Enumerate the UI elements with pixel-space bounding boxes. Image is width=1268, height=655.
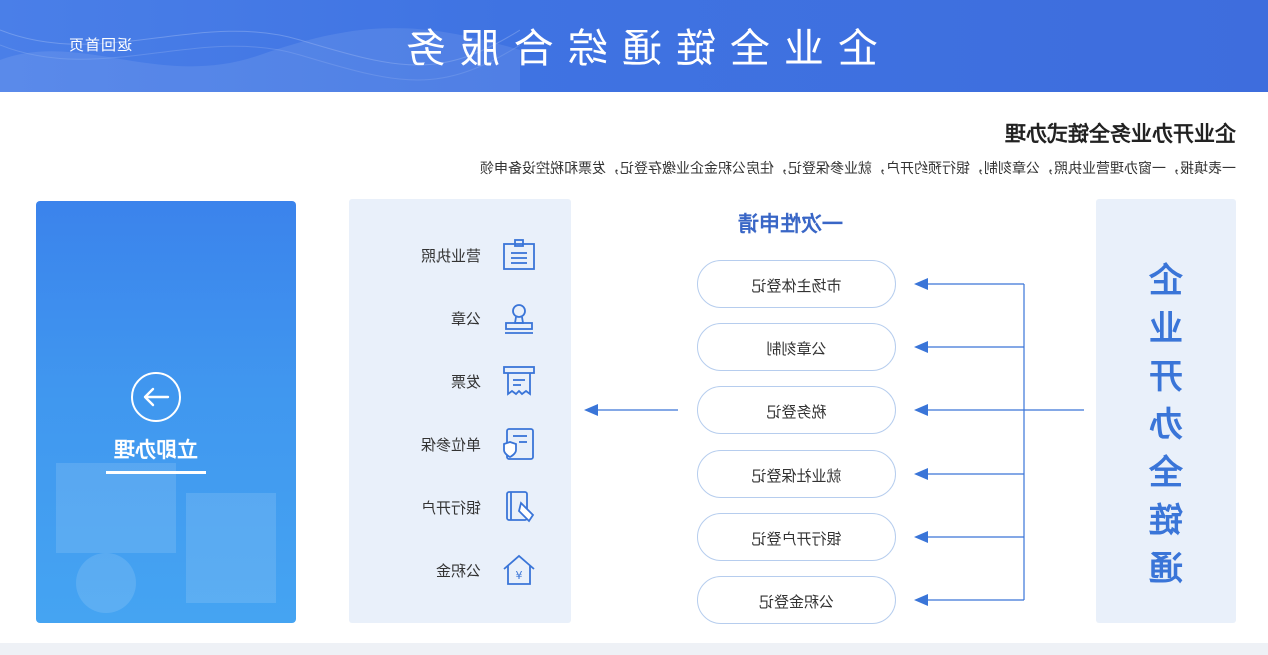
bank-card-icon <box>506 491 535 523</box>
step-label: 公章刻制 <box>766 340 827 358</box>
step-social-security[interactable]: 就业社保登记 <box>697 450 896 498</box>
step-label: 银行开户登记 <box>751 530 842 548</box>
page-title: 企业全链通综合服务 <box>392 26 878 72</box>
step-housing-fund[interactable]: 公积金登记 <box>697 576 896 624</box>
material-label: 公章 <box>450 310 481 328</box>
material-item-bank: 银行开户 <box>397 489 537 525</box>
back-home-link[interactable]: 返回首页 <box>68 34 132 55</box>
material-label: 银行开户 <box>420 499 481 517</box>
step-label: 就业社保登记 <box>751 467 842 485</box>
vertical-title-char: 全 <box>1149 453 1183 493</box>
apply-title: 一次性申请 <box>738 212 843 236</box>
material-item-license: 营业执照 <box>397 237 537 273</box>
section-description: 一表填报，一窗办理营业执照，公章刻制，银行预约开户，就业参保登记，住房公积金企业… <box>480 161 1236 177</box>
svg-text:¥: ¥ <box>516 569 523 582</box>
vertical-title-char: 链 <box>1149 501 1183 541</box>
step-market-registration[interactable]: 市场主体登记 <box>697 260 896 308</box>
material-item-invoice: 发票 <box>397 363 537 399</box>
material-item-seal: 公章 <box>397 300 537 336</box>
step-bank-account[interactable]: 银行开户登记 <box>697 513 896 561</box>
material-label: 单位参保 <box>420 436 481 454</box>
vertical-title-char: 办 <box>1149 405 1183 445</box>
apply-now-label[interactable]: 立即办理 <box>106 434 206 464</box>
full-chain-panel: 企 业 开 办 全 链 通 <box>1096 199 1236 623</box>
seal-icon <box>505 304 533 334</box>
apply-now-card[interactable]: 立即办理 <box>36 201 296 623</box>
apply-now-underline <box>106 471 206 474</box>
materials-panel: 营业执照 公章 发票 单位参保 银行开户 公积金 ¥ <box>349 199 571 623</box>
arrow-left-icon[interactable] <box>131 372 181 422</box>
header-banner: 返回首页 企业全链通综合服务 <box>0 0 1268 92</box>
vertical-title-char: 业 <box>1149 309 1183 349</box>
step-label: 税务登记 <box>766 403 827 421</box>
step-label: 市场主体登记 <box>751 277 842 295</box>
step-label: 公积金登记 <box>759 593 835 611</box>
insurance-icon <box>503 428 534 460</box>
step-tax-registration[interactable]: 税务登记 <box>697 386 896 434</box>
material-item-insurance: 单位参保 <box>397 426 537 462</box>
vertical-title-char: 开 <box>1149 357 1183 397</box>
material-item-housing-fund: 公积金 ¥ <box>397 552 537 588</box>
footer-strip <box>0 643 1268 655</box>
invoice-icon <box>503 366 535 396</box>
material-label: 公积金 <box>435 562 481 580</box>
section-heading: 企业开办业务全链式办理 <box>1005 122 1236 146</box>
material-label: 发票 <box>450 373 481 391</box>
vertical-title-char: 企 <box>1149 261 1183 301</box>
housing-fund-icon: ¥ <box>503 554 535 585</box>
license-icon <box>503 239 535 270</box>
material-label: 营业执照 <box>420 247 481 265</box>
vertical-title-char: 通 <box>1149 549 1183 589</box>
step-seal-engraving[interactable]: 公章刻制 <box>697 323 896 371</box>
full-chain-vertical-title: 企 业 开 办 全 链 通 <box>1096 257 1236 593</box>
